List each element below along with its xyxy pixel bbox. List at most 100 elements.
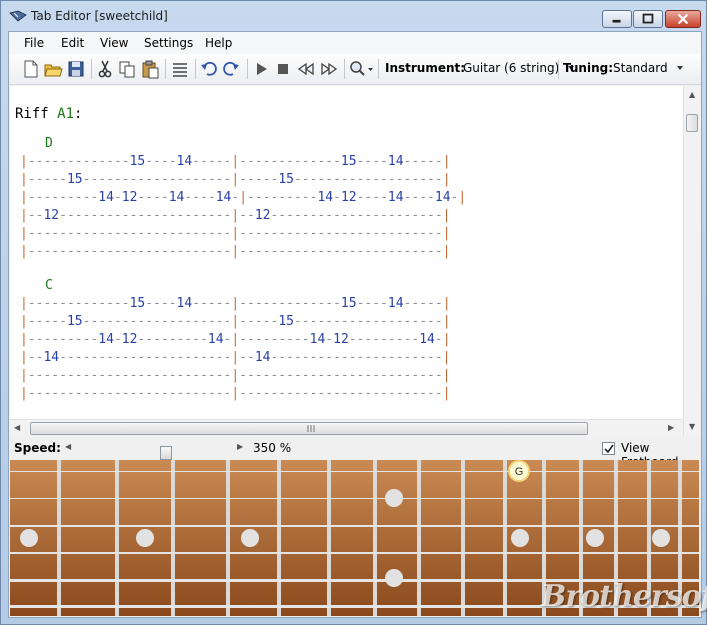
tab-string-line[interactable]: |-----15-------------------|-----15-----…: [20, 313, 451, 331]
redo-icon[interactable]: [221, 59, 241, 79]
scroll-up-icon[interactable]: ▲: [689, 90, 695, 99]
fret-inlay-dot: [20, 529, 38, 547]
note-marker[interactable]: G: [508, 460, 530, 482]
minimize-button[interactable]: [602, 10, 632, 28]
menu-help[interactable]: Help: [205, 36, 232, 50]
menu-bar: File Edit View Settings Help: [9, 32, 701, 54]
title-bar[interactable]: Tab Editor [sweetchild]: [1, 1, 706, 31]
copy-icon[interactable]: [117, 59, 137, 79]
guitar-string: [10, 498, 699, 499]
toolbar-separator: [195, 59, 196, 79]
vertical-scroll-thumb[interactable]: [686, 114, 698, 132]
tab-string-line[interactable]: |--------------------------|------------…: [20, 243, 466, 261]
horizontal-scrollbar[interactable]: ◀ ▶: [10, 419, 683, 437]
close-icon: [677, 13, 689, 25]
tab-string-line[interactable]: |-----15-------------------|-----15-----…: [20, 171, 466, 189]
fret-wire: [115, 460, 119, 616]
undo-icon[interactable]: [199, 59, 219, 79]
rewind-icon[interactable]: [296, 59, 316, 79]
view-fretboard-checkbox[interactable]: [602, 442, 615, 455]
toolbar-separator: [378, 59, 379, 79]
window-title: Tab Editor [sweetchild]: [31, 9, 168, 23]
fast-forward-icon[interactable]: [319, 59, 339, 79]
play-icon[interactable]: [251, 59, 271, 79]
speed-slider-thumb[interactable]: [159, 446, 172, 460]
tab-block[interactable]: C |-------------15----14-----|-----------…: [20, 278, 451, 403]
menu-settings[interactable]: Settings: [144, 36, 193, 50]
toolbar-separator: [247, 59, 248, 79]
guitar-string: [10, 471, 699, 472]
grip-icon: [307, 425, 315, 432]
close-button[interactable]: [665, 10, 701, 28]
speed-increase-icon[interactable]: ▶: [237, 442, 243, 451]
maximize-button[interactable]: [633, 10, 663, 28]
fret-wire: [277, 460, 281, 616]
note-marker-label: G: [515, 466, 524, 478]
fret-inlay-dot: [586, 529, 604, 547]
app-window: Tab Editor [sweetchild] File Edit View S…: [0, 0, 707, 625]
fret-wire: [171, 460, 175, 616]
save-icon[interactable]: [66, 59, 86, 79]
menu-edit[interactable]: Edit: [61, 36, 84, 50]
minimize-icon: [612, 19, 621, 23]
tab-string-line[interactable]: |--14----------------------|--14--------…: [20, 349, 451, 367]
fret-wire: [417, 460, 421, 616]
watermark: Brothersoft: [541, 579, 707, 614]
tab-editor[interactable]: Riff A1: D |-------------15----14-----|--…: [10, 86, 683, 436]
zoom-icon[interactable]: [348, 59, 374, 79]
toolbar-separator: [91, 59, 92, 79]
tab-string-line[interactable]: |--------------------------|------------…: [20, 225, 466, 243]
tab-string-line[interactable]: |-------------15----14-----|------------…: [20, 153, 466, 171]
align-icon[interactable]: [170, 59, 190, 79]
fret-inlay-dot: [241, 529, 259, 547]
tuning-label: Tuning:: [563, 61, 613, 75]
scroll-down-icon[interactable]: ▼: [689, 422, 695, 431]
tab-string-line[interactable]: |---------14-12---------14-|---------14-…: [20, 331, 451, 349]
speed-value: 350 %: [253, 441, 292, 455]
client-area: File Edit View Settings Help Instrument:…: [8, 31, 702, 618]
paste-icon[interactable]: [140, 59, 160, 79]
fret-inlay-dot: [511, 529, 529, 547]
tuning-select[interactable]: Standard: [613, 61, 685, 75]
instrument-label: Instrument:: [385, 61, 466, 75]
chord-name: C: [45, 278, 53, 293]
toolbar-separator: [344, 59, 345, 79]
tab-string-line[interactable]: |--12----------------------|--12--------…: [20, 207, 466, 225]
speed-slider[interactable]: ◀ ▶: [63, 441, 245, 460]
riff-suffix: :: [74, 106, 83, 122]
tab-string-line[interactable]: |---------14-12----14----14-|---------14…: [20, 189, 466, 207]
new-icon[interactable]: [21, 59, 41, 79]
maximize-icon: [642, 13, 654, 24]
checkmark-icon: [604, 444, 614, 454]
fret-wire: [503, 460, 507, 616]
riff-heading: Riff A1:: [15, 106, 82, 122]
toolbar-separator: [558, 59, 559, 79]
menu-file[interactable]: File: [24, 36, 44, 50]
toolbar-separator: [165, 59, 166, 79]
speed-bar: Speed: ◀ ▶ 350 % View Fretboard: [9, 438, 701, 469]
fret-wire: [327, 460, 331, 616]
tab-string-line[interactable]: |-------------15----14-----|------------…: [20, 295, 451, 313]
fret-inlay-dot: [136, 529, 154, 547]
riff-name: A1: [57, 106, 75, 122]
toolbar: Instrument: Guitar (6 string) Tuning: St…: [9, 54, 701, 85]
instrument-value: Guitar (6 string): [463, 61, 560, 75]
scroll-right-icon[interactable]: ▶: [668, 423, 674, 432]
chord-name: D: [45, 136, 53, 151]
tab-block[interactable]: D |-------------15----14-----|-----------…: [20, 136, 466, 261]
stop-icon[interactable]: [273, 59, 293, 79]
tab-string-line[interactable]: |--------------------------|------------…: [20, 385, 451, 403]
scroll-left-icon[interactable]: ◀: [14, 423, 20, 432]
riff-prefix: Riff: [15, 106, 49, 122]
speed-decrease-icon[interactable]: ◀: [65, 442, 71, 451]
fret-wire: [461, 460, 465, 616]
menu-view[interactable]: View: [100, 36, 128, 50]
chevron-down-icon: [677, 66, 684, 70]
open-icon[interactable]: [43, 59, 63, 79]
horizontal-scroll-thumb[interactable]: [30, 422, 588, 435]
instrument-select[interactable]: Guitar (6 string): [463, 61, 576, 75]
tab-string-line[interactable]: |--------------------------|------------…: [20, 367, 451, 385]
fret-wire: [226, 460, 230, 616]
vertical-scrollbar[interactable]: ▲ ▼: [683, 86, 701, 436]
cut-icon[interactable]: [95, 59, 115, 79]
